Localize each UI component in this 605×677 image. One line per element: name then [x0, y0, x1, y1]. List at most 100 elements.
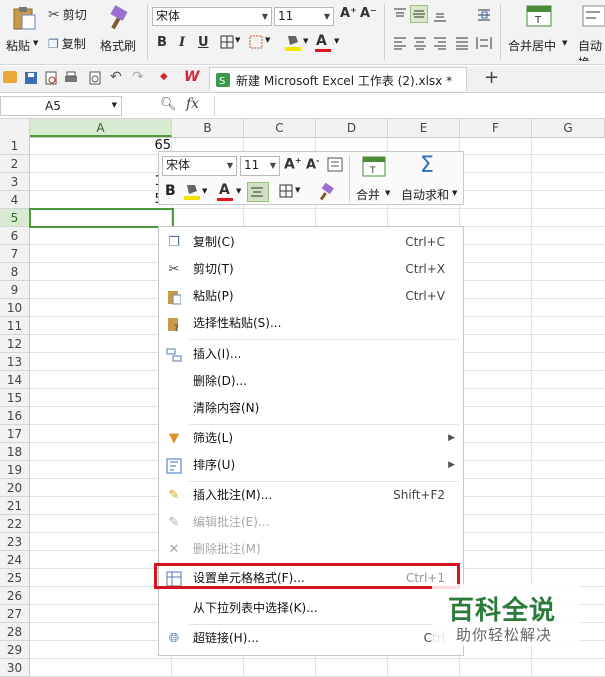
row-header[interactable]: 3: [0, 173, 30, 191]
row-header[interactable]: 24: [0, 551, 30, 569]
row-header[interactable]: 21: [0, 497, 30, 515]
border-button[interactable]: ▼: [220, 35, 244, 51]
row-header[interactable]: 4: [0, 191, 30, 209]
formula-input[interactable]: [214, 96, 605, 116]
cell-a4[interactable]: 51: [30, 191, 172, 209]
justify-button[interactable]: [454, 35, 470, 51]
row-header[interactable]: 28: [0, 623, 30, 641]
wrap-text-button[interactable]: [476, 7, 492, 23]
menu-item-cut[interactable]: ✂ 剪切(T) Ctrl+X: [159, 256, 463, 283]
align-top-button[interactable]: [392, 7, 408, 23]
column-header[interactable]: B: [172, 119, 244, 137]
column-header[interactable]: D: [316, 119, 388, 137]
print-preview-icon[interactable]: [44, 71, 58, 85]
font-size-select[interactable]: 11 ▼: [274, 7, 334, 26]
copy-button[interactable]: ❐ 复制: [48, 35, 86, 52]
row-header[interactable]: 2: [0, 155, 30, 173]
row-header[interactable]: 16: [0, 407, 30, 425]
column-header[interactable]: E: [388, 119, 460, 137]
menu-item-insert-comment[interactable]: ✎ 插入批注(M)... Shift+F2: [159, 482, 463, 509]
cell-a2[interactable]: 8: [30, 155, 172, 173]
distribute-button[interactable]: [476, 35, 492, 51]
mini-fill-color-button[interactable]: ▼: [183, 182, 211, 202]
menu-item-paste[interactable]: 粘贴(P) Ctrl+V: [159, 283, 463, 310]
fill-color-button[interactable]: ▼: [284, 33, 312, 53]
cut-button[interactable]: ✂ 剪切: [48, 6, 87, 23]
row-header[interactable]: 14: [0, 371, 30, 389]
mini-font-name-select[interactable]: 宋体 ▼: [162, 156, 237, 176]
mini-format-icon[interactable]: [327, 157, 343, 173]
redo-icon[interactable]: ↷: [132, 69, 144, 85]
font-name-select[interactable]: 宋体 ▼: [152, 7, 272, 26]
mini-shrink-font-icon[interactable]: A-: [306, 156, 319, 172]
column-header[interactable]: G: [532, 119, 605, 137]
row-header[interactable]: 8: [0, 263, 30, 281]
row-header[interactable]: 11: [0, 317, 30, 335]
mini-bold-button[interactable]: B: [165, 183, 176, 199]
zoom-icon[interactable]: 🔍︎: [160, 97, 177, 112]
mini-merge-button[interactable]: T 合并 ▼: [353, 155, 395, 203]
row-header[interactable]: 7: [0, 245, 30, 263]
select-all-corner[interactable]: [0, 119, 30, 137]
merge-center-button[interactable]: T 合并居中 ▼: [506, 3, 572, 61]
menu-item-pick-from-list[interactable]: 从下拉列表中选择(K)...: [159, 595, 463, 622]
print-icon[interactable]: [64, 71, 78, 85]
cell-a3[interactable]: 19: [30, 173, 172, 191]
row-header[interactable]: 9: [0, 281, 30, 299]
row-header[interactable]: 10: [0, 299, 30, 317]
column-header[interactable]: C: [244, 119, 316, 137]
row-header[interactable]: 22: [0, 515, 30, 533]
mini-border-button[interactable]: ▼: [279, 184, 307, 200]
menu-item-paste-special[interactable]: ? 选择性粘贴(S)...: [159, 310, 463, 337]
row-header[interactable]: 19: [0, 461, 30, 479]
row-header[interactable]: 6: [0, 227, 30, 245]
name-box[interactable]: A5 ▼: [0, 96, 122, 116]
row-header[interactable]: 26: [0, 587, 30, 605]
mini-font-size-select[interactable]: 11 ▼: [240, 156, 280, 176]
mini-autosum-button[interactable]: Σ 自动求和 ▼: [399, 153, 461, 203]
underline-button[interactable]: U: [198, 35, 209, 50]
menu-item-filter[interactable]: ▼ 筛选(L) ▶: [159, 425, 463, 452]
align-bottom-button[interactable]: [432, 7, 448, 23]
format-painter-button[interactable]: 格式刷: [98, 3, 140, 61]
menu-item-hyperlink[interactable]: 🌐︎ 超链接(H)... Ctrl: [159, 625, 463, 652]
column-header[interactable]: F: [460, 119, 532, 137]
align-right-button[interactable]: [432, 35, 448, 51]
row-header[interactable]: 18: [0, 443, 30, 461]
grow-font-button[interactable]: A⁺: [340, 6, 357, 21]
align-left-button[interactable]: [392, 35, 408, 51]
row-header[interactable]: 15: [0, 389, 30, 407]
paste-button[interactable]: 粘贴 ▼: [5, 3, 43, 61]
wps-logo-icon[interactable]: W: [184, 69, 199, 85]
bold-button[interactable]: B: [157, 35, 167, 50]
row-header[interactable]: 27: [0, 605, 30, 623]
row-header[interactable]: 30: [0, 659, 30, 677]
folder-icon[interactable]: [3, 71, 17, 83]
align-middle-button[interactable]: [410, 5, 428, 23]
mini-font-color-button[interactable]: A ▼: [217, 182, 245, 202]
menu-item-delete-comment[interactable]: ✕ 删除批注(M): [159, 536, 463, 563]
row-header[interactable]: 12: [0, 335, 30, 353]
selected-cell-a5[interactable]: [29, 208, 174, 228]
menu-item-delete[interactable]: 删除(D)...: [159, 368, 463, 395]
mini-grow-font-icon[interactable]: A+: [284, 156, 302, 173]
fx-button[interactable]: fx: [186, 96, 199, 112]
autowrap-button[interactable]: 自动换: [576, 3, 605, 61]
row-header[interactable]: 1: [0, 137, 30, 155]
menu-item-insert[interactable]: 插入(I)...: [159, 341, 463, 368]
row-header[interactable]: 20: [0, 479, 30, 497]
mini-format-painter-icon[interactable]: [317, 183, 335, 201]
cell-a1[interactable]: 65: [30, 137, 172, 155]
new-tab-button[interactable]: +: [484, 67, 499, 88]
row-header[interactable]: 13: [0, 353, 30, 371]
row-header[interactable]: 25: [0, 569, 30, 587]
menu-item-copy[interactable]: ❐ 复制(C) Ctrl+C: [159, 229, 463, 256]
italic-button[interactable]: I: [179, 35, 185, 50]
menu-item-sort[interactable]: 排序(U) ▶: [159, 452, 463, 479]
menu-item-edit-comment[interactable]: ✎ 编辑批注(E)...: [159, 509, 463, 536]
shrink-font-button[interactable]: A⁻: [360, 6, 377, 21]
row-header[interactable]: 29: [0, 641, 30, 659]
undo-icon[interactable]: ↶: [110, 69, 122, 85]
fill-style-button[interactable]: ▼: [249, 35, 275, 51]
mini-align-center-button[interactable]: [247, 182, 269, 202]
